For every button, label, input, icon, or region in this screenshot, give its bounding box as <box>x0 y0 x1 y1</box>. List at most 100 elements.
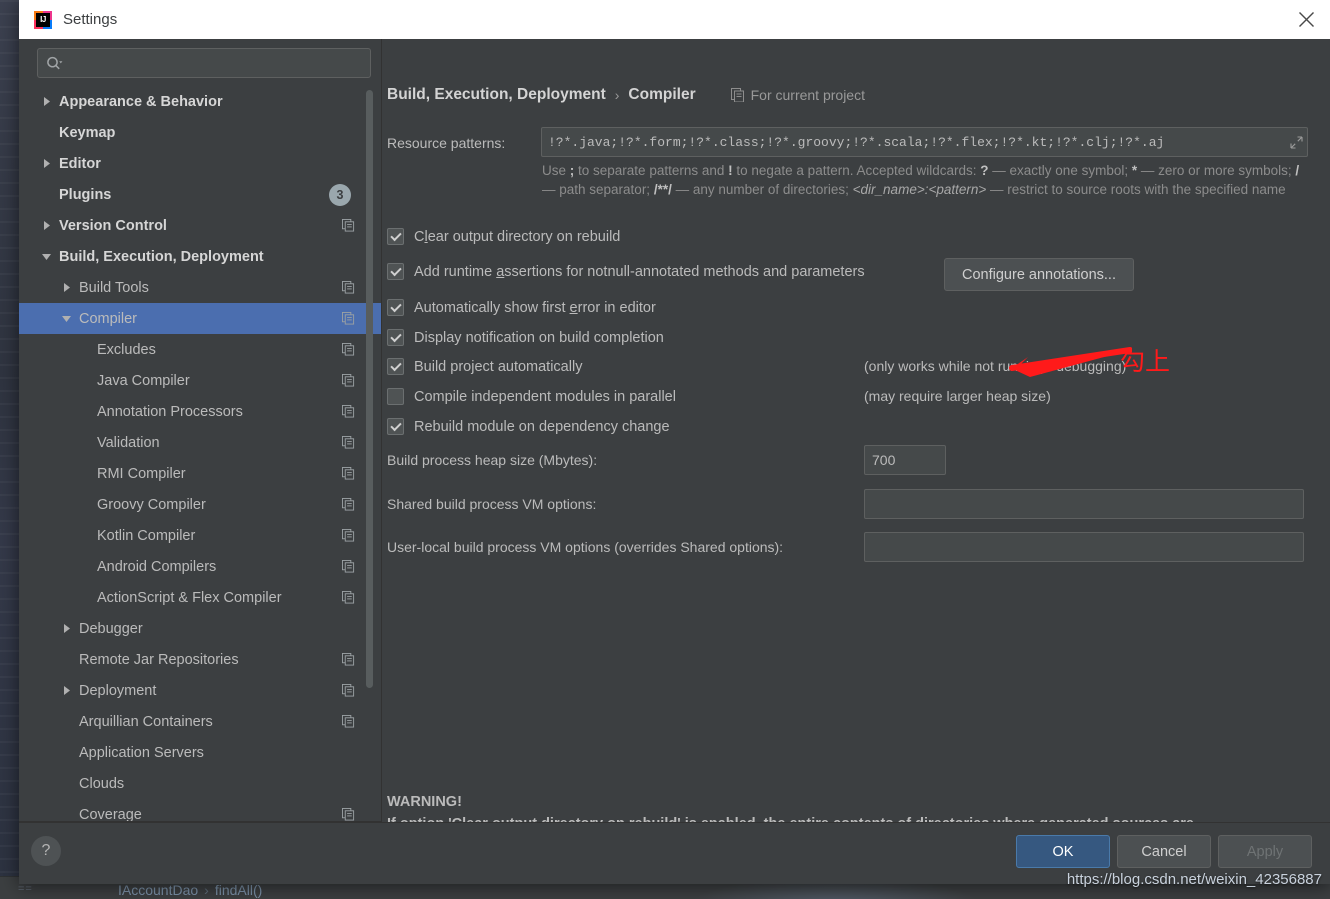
chevron-down-icon[interactable] <box>39 250 53 264</box>
annotation-text: 勾上 <box>1120 347 1171 376</box>
checkbox-box[interactable] <box>387 418 404 435</box>
project-scope-icon <box>730 88 745 102</box>
resource-patterns-value[interactable]: !?*.java;!?*.form;!?*.class;!?*.groovy;!… <box>542 135 1285 150</box>
close-icon[interactable] <box>1282 0 1330 39</box>
sidebar-item-compiler[interactable]: Compiler <box>19 303 381 334</box>
sidebar-item-label: Android Compilers <box>97 558 217 575</box>
search-wrapper <box>19 39 381 84</box>
project-scope-icon <box>342 715 355 728</box>
dialog-title: Settings <box>63 11 118 28</box>
sidebar-item-label: Editor <box>59 155 101 172</box>
sidebar-item-label: Remote Jar Repositories <box>79 651 239 668</box>
sidebar-scrollbar-thumb[interactable] <box>366 90 373 688</box>
chevron-right-icon[interactable] <box>59 684 73 698</box>
sidebar-item-label: Build Tools <box>79 279 149 296</box>
sidebar-item-annotation-processors[interactable]: Annotation Processors <box>19 396 381 427</box>
checkbox-label: Display notification on build completion <box>414 329 664 346</box>
userlocal-vm-options-input[interactable] <box>864 532 1304 562</box>
help-icon[interactable]: ? <box>31 836 61 866</box>
sidebar-item-plugins[interactable]: Plugins 3 <box>19 179 381 210</box>
sidebar-item-application-servers[interactable]: Application Servers <box>19 737 381 768</box>
userlocal-vm-options-label: User-local build process VM options (ove… <box>387 539 784 555</box>
search-icon <box>46 56 63 71</box>
checkbox-box[interactable] <box>387 388 404 405</box>
chevron-right-icon[interactable] <box>39 157 53 171</box>
sidebar-item-build-execution-deployment[interactable]: Build, Execution, Deployment <box>19 241 381 272</box>
project-scope-icon <box>342 808 355 821</box>
checkbox-box[interactable] <box>387 329 404 346</box>
search-box[interactable] <box>37 48 371 78</box>
watermark: https://blog.csdn.net/weixin_42356887 <box>1066 871 1322 888</box>
sidebar-item-kotlin-compiler[interactable]: Kotlin Compiler <box>19 520 381 551</box>
sidebar-item-label: Java Compiler <box>97 372 190 389</box>
project-scope-icon <box>342 405 355 418</box>
sidebar-item-label: Coverage <box>79 806 142 822</box>
sidebar-item-actionscript-flex-compiler[interactable]: ActionScript & Flex Compiler <box>19 582 381 613</box>
sidebar-item-deployment[interactable]: Deployment <box>19 675 381 706</box>
settings-tree-scroll: Appearance & Behavior Keymap Editor Plugins… <box>19 84 381 821</box>
sidebar-item-java-compiler[interactable]: Java Compiler <box>19 365 381 396</box>
sidebar-item-build-tools[interactable]: Build Tools <box>19 272 381 303</box>
hint-b3: ? <box>980 163 989 178</box>
shared-vm-options-input[interactable] <box>864 489 1304 519</box>
checkbox-clear-output-directory[interactable]: Clear output directory on rebuild <box>387 228 620 245</box>
sidebar-item-clouds[interactable]: Clouds <box>19 768 381 799</box>
sidebar-item-rmi-compiler[interactable]: RMI Compiler <box>19 458 381 489</box>
cancel-button[interactable]: Cancel <box>1117 835 1211 868</box>
resource-patterns-hint: Use ; to separate patterns and ! to nega… <box>542 161 1310 199</box>
breadcrumb-parent[interactable]: Build, Execution, Deployment <box>387 86 606 104</box>
ok-button[interactable]: OK <box>1016 835 1110 868</box>
sidebar-item-arquillian-containers[interactable]: Arquillian Containers <box>19 706 381 737</box>
resource-patterns-label: Resource patterns: <box>387 135 506 151</box>
sidebar-item-groovy-compiler[interactable]: Groovy Compiler <box>19 489 381 520</box>
checkbox-box[interactable] <box>387 299 404 316</box>
sidebar-item-coverage[interactable]: Coverage <box>19 799 381 821</box>
warning-message: WARNING! If option 'Clear output directo… <box>387 791 1277 822</box>
hint-part7: — any number of directories; <box>671 182 853 197</box>
project-scope-icon <box>342 436 355 449</box>
checkbox-box[interactable] <box>387 228 404 245</box>
checkbox-compile-independent-modules[interactable]: Compile independent modules in parallel <box>387 388 676 405</box>
intellij-idea-icon: IJ <box>34 10 52 29</box>
configure-annotations-button[interactable]: Configure annotations... <box>944 258 1134 291</box>
hint-b6: /**/ <box>653 182 672 197</box>
checkbox-box[interactable] <box>387 358 404 375</box>
sidebar-item-label: Application Servers <box>79 744 204 761</box>
search-input[interactable] <box>63 54 370 72</box>
checkbox-rebuild-module-on-dependency-change[interactable]: Rebuild module on dependency change <box>387 418 670 435</box>
chevron-right-icon[interactable] <box>39 95 53 109</box>
hint-auto-build: (only works while not running / debuggin… <box>864 358 1127 374</box>
hint-part1: Use <box>542 163 570 178</box>
sidebar-item-appearance-behavior[interactable]: Appearance & Behavior <box>19 86 381 117</box>
checkbox-label: Compile independent modules in parallel <box>414 388 676 405</box>
sidebar-item-version-control[interactable]: Version Control <box>19 210 381 241</box>
sidebar-item-android-compilers[interactable]: Android Compilers <box>19 551 381 582</box>
plugins-update-badge: 3 <box>329 183 351 206</box>
project-scope-icon <box>342 653 355 666</box>
checkbox-add-runtime-assertions[interactable]: Add runtime assertions for notnull-annot… <box>387 263 865 280</box>
settings-content: Build, Execution, Deployment › Compiler … <box>382 39 1330 822</box>
checkbox-box[interactable] <box>387 263 404 280</box>
sidebar-item-remote-jar-repositories[interactable]: Remote Jar Repositories <box>19 644 381 675</box>
chevron-down-icon[interactable] <box>59 312 73 326</box>
sidebar-item-editor[interactable]: Editor <box>19 148 381 179</box>
sidebar-item-keymap[interactable]: Keymap <box>19 117 381 148</box>
chevron-right-icon[interactable] <box>59 281 73 295</box>
content-breadcrumb: Build, Execution, Deployment › Compiler … <box>387 86 865 104</box>
sidebar-item-validation[interactable]: Validation <box>19 427 381 458</box>
heap-size-input[interactable]: 700 <box>864 445 946 475</box>
chevron-right-icon[interactable] <box>59 622 73 636</box>
expand-field-icon[interactable] <box>1285 135 1307 149</box>
chevron-right-icon[interactable] <box>39 219 53 233</box>
sidebar-item-excludes[interactable]: Excludes <box>19 334 381 365</box>
resource-patterns-field[interactable]: !?*.java;!?*.form;!?*.class;!?*.groovy;!… <box>541 127 1308 157</box>
sidebar-item-label: Annotation Processors <box>97 403 243 420</box>
sidebar-item-debugger[interactable]: Debugger <box>19 613 381 644</box>
checkbox-build-project-automatically[interactable]: Build project automatically <box>387 358 582 375</box>
checkbox-auto-show-first-error[interactable]: Automatically show first error in editor <box>387 299 656 316</box>
hint-part3: to negate a pattern. Accepted wildcards: <box>732 163 981 178</box>
checkbox-label: Rebuild module on dependency change <box>414 418 670 435</box>
checkbox-display-notification[interactable]: Display notification on build completion <box>387 329 664 346</box>
settings-dialog: IJ Settings Appearance & Behavior Keymap… <box>19 0 1330 884</box>
sidebar-item-label: Validation <box>97 434 160 451</box>
